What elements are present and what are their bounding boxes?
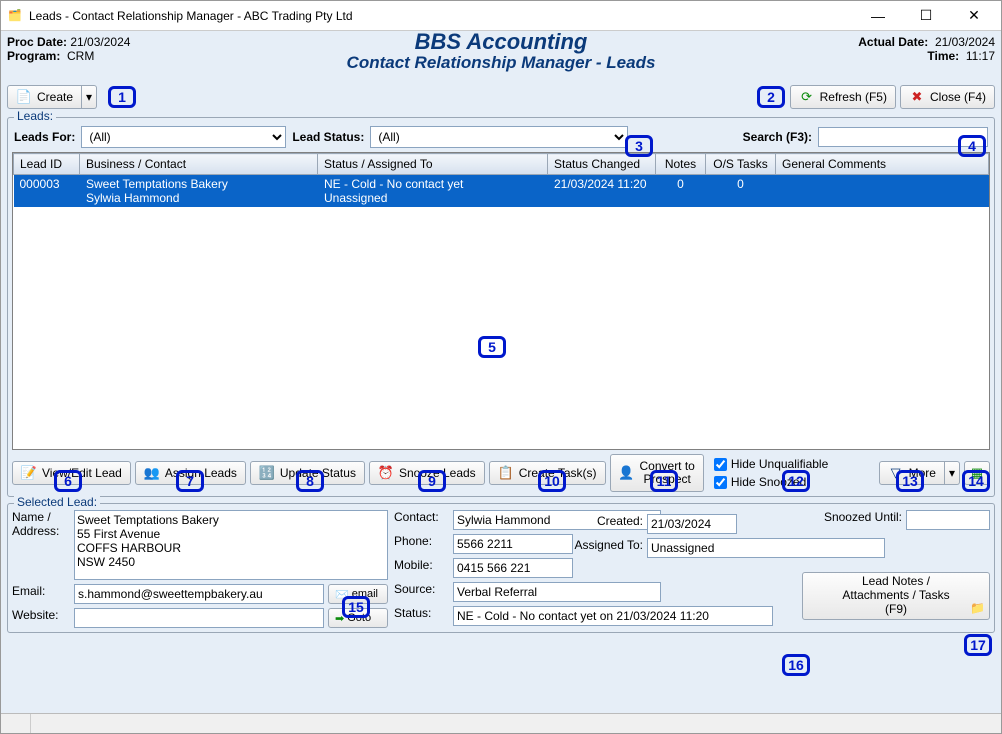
selected-lead-group: Selected Lead: Name / Address: Email: ✉️…: [7, 503, 995, 633]
assigned-to-label: Assigned To:: [555, 538, 643, 558]
website-label: Website:: [12, 608, 70, 628]
leads-for-select[interactable]: (All): [81, 126, 286, 148]
created-field[interactable]: [647, 514, 737, 534]
annotation-marker: 17: [964, 634, 992, 656]
annotation-marker: 4: [958, 135, 986, 157]
create-split-button[interactable]: 📄 Create ▾: [7, 85, 97, 109]
website-field[interactable]: [74, 608, 324, 628]
snoozed-until-label: Snoozed Until:: [802, 510, 902, 530]
annotation-marker: 12: [782, 470, 810, 492]
close-window-button[interactable]: ✕: [953, 2, 995, 30]
proc-date-value: 21/03/2024: [70, 35, 130, 49]
col-tasks[interactable]: O/S Tasks: [706, 154, 776, 175]
view-edit-icon: 📝: [21, 465, 37, 481]
source-label: Source:: [394, 582, 449, 602]
selected-legend: Selected Lead:: [14, 495, 100, 509]
created-label: Created:: [555, 514, 643, 534]
time-value: 11:17: [966, 49, 995, 63]
convert-icon: 👤: [619, 465, 635, 481]
refresh-button-label: Refresh (F5): [820, 90, 887, 104]
annotation-marker: 8: [296, 470, 324, 492]
col-notes[interactable]: Notes: [656, 154, 706, 175]
col-comments[interactable]: General Comments: [776, 154, 989, 175]
name-address-field[interactable]: [74, 510, 388, 580]
annotation-marker: 16: [782, 654, 810, 676]
cell-business: Sweet Temptations Bakery Sylwia Hammond: [80, 175, 318, 208]
leads-legend: Leads:: [14, 109, 56, 123]
contact-label: Contact:: [394, 510, 449, 530]
annotation-marker: 11: [650, 470, 678, 492]
minimize-button[interactable]: ―: [857, 2, 899, 30]
col-status[interactable]: Status / Assigned To: [318, 154, 548, 175]
annotation-marker: 15: [342, 596, 370, 618]
cell-tasks: 0: [706, 175, 776, 208]
hide-snoozed-checkbox[interactable]: Hide Snoozed: [714, 475, 828, 489]
hide-snoozed-input[interactable]: [714, 476, 727, 489]
annotation-marker: 13: [896, 470, 924, 492]
window-title: Leads - Contact Relationship Manager - A…: [29, 9, 851, 23]
tasks-icon: 📋: [498, 465, 514, 481]
annotation-marker: 2: [757, 86, 785, 108]
snooze-icon: ⏰: [378, 465, 394, 481]
name-address-label: Name / Address:: [12, 510, 70, 580]
mobile-label: Mobile:: [394, 558, 449, 578]
email-label: Email:: [12, 584, 70, 604]
program-value: CRM: [67, 49, 94, 63]
leads-group: Leads: Leads For: (All) Lead Status: (Al…: [7, 117, 995, 497]
leads-grid[interactable]: Lead ID Business / Contact Status / Assi…: [12, 152, 990, 450]
cell-notes: 0: [656, 175, 706, 208]
email-field[interactable]: [74, 584, 324, 604]
time-label: Time:: [927, 49, 959, 63]
proc-date-label: Proc Date:: [7, 35, 67, 49]
lead-notes-button[interactable]: Lead Notes / Attachments / Tasks (F9) 📁: [802, 572, 990, 620]
close-button-label: Close (F4): [930, 90, 986, 104]
assign-icon: 👥: [144, 465, 160, 481]
create-dropdown-button[interactable]: ▾: [82, 85, 97, 109]
annotation-marker: 14: [962, 470, 990, 492]
annotation-marker: 7: [176, 470, 204, 492]
actual-date-label: Actual Date:: [858, 35, 928, 49]
notes-folder-icon: 📁: [970, 601, 985, 615]
create-icon: 📄: [16, 89, 32, 105]
maximize-button[interactable]: ☐: [905, 2, 947, 30]
cell-lead-id: 000003: [14, 175, 80, 208]
lead-notes-button-label: Lead Notes / Attachments / Tasks (F9): [842, 575, 949, 616]
refresh-icon: ⟳: [799, 89, 815, 105]
leads-for-label: Leads For:: [14, 130, 75, 144]
snoozed-until-field[interactable]: [906, 510, 990, 530]
more-dropdown-button[interactable]: ▾: [945, 461, 960, 485]
app-icon: 🗂️: [7, 8, 23, 24]
program-label: Program:: [7, 49, 60, 63]
search-label: Search (F3):: [743, 130, 812, 144]
annotation-marker: 6: [54, 470, 82, 492]
create-button[interactable]: 📄 Create: [7, 85, 82, 109]
annotation-marker: 3: [625, 135, 653, 157]
cell-comments: [776, 175, 989, 208]
annotation-marker: 1: [108, 86, 136, 108]
close-icon: ✖: [909, 89, 925, 105]
update-icon: 🔢: [259, 465, 275, 481]
col-business[interactable]: Business / Contact: [80, 154, 318, 175]
close-button[interactable]: ✖ Close (F4): [900, 85, 995, 109]
hide-unqualifiable-checkbox[interactable]: Hide Unqualifiable: [714, 457, 828, 471]
titlebar: 🗂️ Leads - Contact Relationship Manager …: [1, 1, 1001, 31]
actual-date-value: 21/03/2024: [935, 35, 995, 49]
statusbar: [1, 713, 1001, 733]
lead-status-label: Lead Status:: [292, 130, 364, 144]
create-button-label: Create: [37, 90, 73, 104]
hide-unqualifiable-input[interactable]: [714, 458, 727, 471]
col-lead-id[interactable]: Lead ID: [14, 154, 80, 175]
table-row[interactable]: 000003 Sweet Temptations Bakery Sylwia H…: [14, 175, 989, 208]
lead-status-select[interactable]: (All): [370, 126, 628, 148]
annotation-marker: 9: [418, 470, 446, 492]
phone-label: Phone:: [394, 534, 449, 554]
annotation-marker: 5: [478, 336, 506, 358]
status-label: Status:: [394, 606, 449, 626]
refresh-button[interactable]: ⟳ Refresh (F5): [790, 85, 896, 109]
annotation-marker: 10: [538, 470, 566, 492]
cell-changed: 21/03/2024 11:20: [548, 175, 656, 208]
hide-unqualifiable-label: Hide Unqualifiable: [731, 457, 828, 471]
cell-status: NE - Cold - No contact yet Unassigned: [318, 175, 548, 208]
